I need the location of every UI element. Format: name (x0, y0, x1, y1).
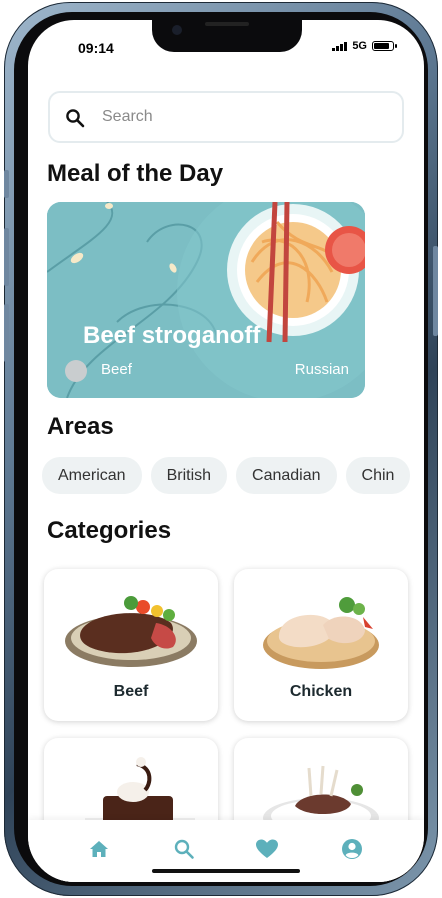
speaker-grille (205, 22, 249, 26)
search-bar[interactable] (48, 91, 404, 143)
area-chip[interactable]: Canadian (236, 457, 337, 494)
signal-icon (332, 41, 348, 51)
status-indicators: 5G (332, 40, 397, 52)
mute-switch (4, 170, 9, 198)
status-time: 09:14 (78, 40, 114, 56)
areas-list[interactable]: American British Canadian Chin (42, 457, 424, 495)
meal-name: Beef stroganoff (83, 322, 261, 349)
search-input[interactable] (102, 105, 382, 129)
category-card-chicken[interactable]: Chicken (234, 569, 408, 721)
nav-search[interactable] (171, 836, 197, 862)
notch (152, 20, 302, 52)
nav-home[interactable] (86, 836, 112, 862)
power-button (433, 246, 438, 336)
network-label: 5G (352, 40, 367, 52)
camera-icon (172, 25, 182, 35)
battery-icon (372, 41, 397, 51)
areas-title: Areas (47, 413, 114, 440)
search-icon (174, 839, 194, 859)
profile-icon (342, 839, 362, 859)
category-label: Beef (113, 683, 149, 700)
area-chip[interactable]: American (42, 457, 142, 494)
area-chip[interactable]: Chin (345, 457, 411, 494)
meal-area: Russian (294, 361, 349, 378)
category-thumbnail (65, 360, 87, 382)
battery-level (374, 43, 390, 49)
home-indicator (152, 869, 300, 873)
nav-profile[interactable] (339, 836, 365, 862)
meal-of-the-day-card[interactable]: Beef stroganoff Beef Russian (47, 202, 365, 398)
search-icon (66, 109, 85, 128)
heart-icon (256, 839, 278, 858)
categories-title: Categories (47, 517, 172, 544)
volume-up-button (4, 228, 9, 286)
category-card-beef[interactable]: Beef (44, 569, 218, 721)
category-label: Chicken (289, 683, 353, 700)
volume-down-button (4, 304, 9, 362)
screen: 09:14 5G Meal of the Day (28, 20, 424, 882)
chicken-image (263, 597, 379, 669)
nav-favorites[interactable] (254, 836, 280, 862)
area-chip[interactable]: British (150, 457, 228, 494)
phone-frame: 09:14 5G Meal of the Day (4, 2, 438, 896)
home-icon (90, 841, 108, 857)
meal-of-the-day-title: Meal of the Day (47, 160, 224, 187)
meal-category: Beef (101, 361, 132, 378)
beef-steak-image (65, 596, 197, 667)
